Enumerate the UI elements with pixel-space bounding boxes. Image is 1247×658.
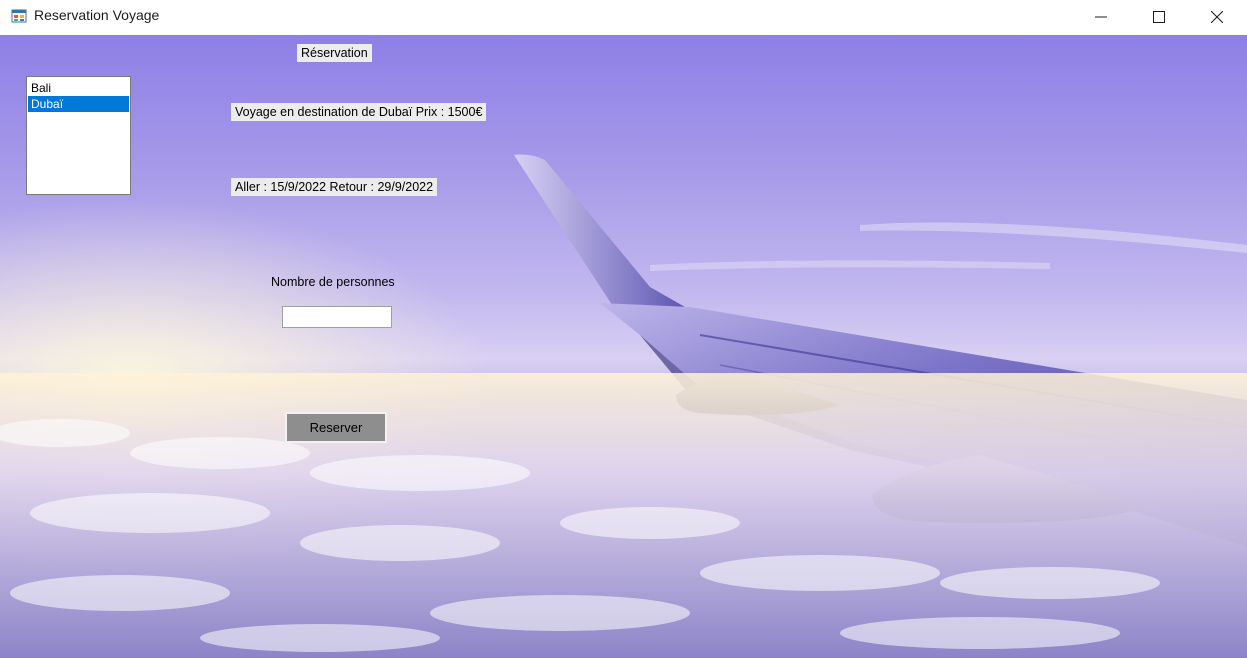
close-button[interactable] <box>1188 0 1246 33</box>
maximize-icon <box>1153 10 1165 23</box>
list-item-dubai[interactable]: Dubaï <box>28 96 129 112</box>
clouds-image <box>0 373 1247 658</box>
window-title: Reservation Voyage <box>34 7 160 23</box>
persons-count-label: Nombre de personnes <box>271 275 395 289</box>
reservation-heading: Réservation <box>297 44 372 62</box>
trip-info-label: Voyage en destination de Dubaï Prix : 15… <box>231 103 487 121</box>
app-window: Reservation Voyage Réservation Bali Duba… <box>0 0 1247 658</box>
trip-dates-label: Aller : 15/9/2022 Retour : 29/9/2022 <box>231 178 438 196</box>
persons-count-input[interactable] <box>282 306 392 328</box>
destination-listbox[interactable]: Bali Dubaï <box>26 76 131 195</box>
app-icon <box>11 9 27 23</box>
minimize-icon <box>1095 16 1107 17</box>
minimize-button[interactable] <box>1072 0 1130 33</box>
title-bar[interactable]: Reservation Voyage <box>0 0 1247 35</box>
form-client-area: Réservation Bali Dubaï Voyage en destina… <box>0 35 1247 658</box>
maximize-button[interactable] <box>1130 0 1188 33</box>
close-icon <box>1211 10 1223 23</box>
reserve-button[interactable]: Reserver <box>285 412 387 443</box>
list-item-bali[interactable]: Bali <box>28 80 129 96</box>
